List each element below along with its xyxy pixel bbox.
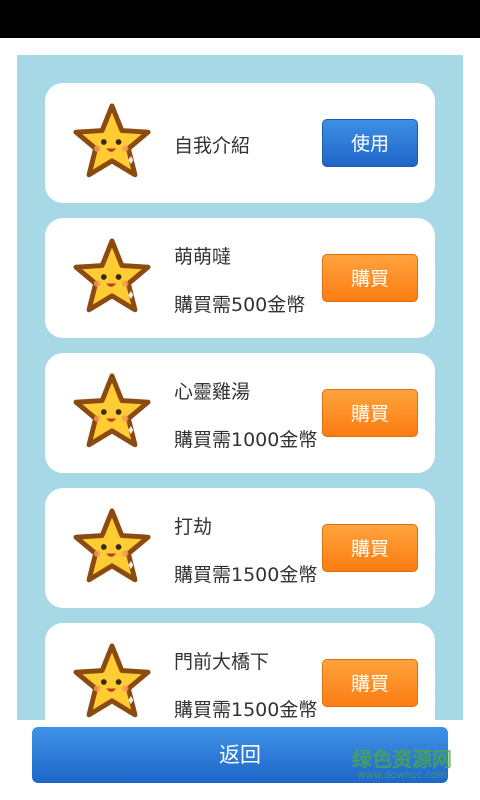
- use-button[interactable]: 使用: [322, 119, 418, 167]
- item-price: 購買需1500金幣: [174, 564, 318, 586]
- item-name: 心靈雞湯: [174, 381, 251, 403]
- watermark-sub: www.downcc.com: [357, 770, 447, 781]
- item-price: 購買需1500金幣: [174, 699, 318, 720]
- buy-button[interactable]: 購買: [322, 254, 418, 302]
- smiling-star-icon: [73, 373, 151, 448]
- item-price: 購買需1000金幣: [174, 429, 318, 451]
- smiling-star-icon: [73, 643, 151, 718]
- buy-button[interactable]: 購買: [322, 659, 418, 707]
- buy-button[interactable]: 購買: [322, 524, 418, 572]
- smiling-star-icon: [73, 238, 151, 313]
- list-item: 自我介紹 使用: [45, 83, 435, 203]
- item-list: 自我介紹 使用 萌萌噠 購買需500金幣 購買 心靈雞湯 購買需1000金幣 購…: [45, 83, 435, 720]
- list-item: 萌萌噠 購買需500金幣 購買: [45, 218, 435, 338]
- list-item: 門前大橋下 購買需1500金幣 購買: [45, 623, 435, 720]
- item-name: 打劫: [174, 516, 213, 538]
- smiling-star-icon: [73, 508, 151, 583]
- watermark-main: 绿色资源网: [352, 747, 452, 771]
- watermark-logo: 绿色资源网 www.downcc.com: [342, 748, 462, 782]
- smiling-star-icon: [73, 103, 151, 178]
- list-item: 打劫 購買需1500金幣 購買: [45, 488, 435, 608]
- status-bar: [0, 0, 480, 38]
- item-list-panel[interactable]: 自我介紹 使用 萌萌噠 購買需500金幣 購買 心靈雞湯 購買需1000金幣 購…: [17, 55, 463, 720]
- item-name: 萌萌噠: [174, 246, 232, 268]
- item-name: 門前大橋下: [174, 651, 270, 673]
- list-item: 心靈雞湯 購買需1000金幣 購買: [45, 353, 435, 473]
- item-name: 自我介紹: [174, 135, 251, 157]
- buy-button[interactable]: 購買: [322, 389, 418, 437]
- item-price: 購買需500金幣: [174, 294, 306, 316]
